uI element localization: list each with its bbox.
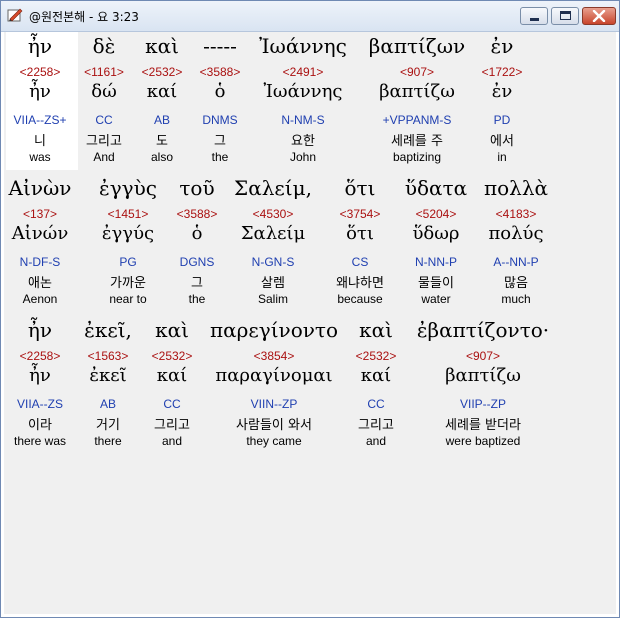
korean-gloss: 많음: [504, 276, 528, 291]
greek-word: ἐβαπτίζοντο·: [416, 318, 550, 342]
strong-number: <907>: [465, 349, 501, 363]
close-button[interactable]: [582, 7, 616, 25]
maximize-icon: [560, 11, 571, 20]
english-gloss: were baptized: [445, 434, 521, 448]
close-icon: [592, 10, 606, 22]
minimize-icon: [530, 18, 539, 21]
morphology-code: VIIP--ZP: [459, 397, 506, 411]
app-icon: [7, 7, 23, 23]
korean-gloss: 세례를 받더라: [445, 418, 521, 433]
morphology-code: A--NN-P: [493, 255, 539, 269]
maximize-button[interactable]: [551, 7, 579, 25]
minimize-button[interactable]: [520, 7, 548, 25]
lemma: ἐν: [491, 81, 513, 102]
title-bar[interactable]: @원전본해 - 요 3:23: [1, 1, 619, 32]
english-gloss: much: [501, 292, 531, 306]
strong-number: <4183>: [495, 207, 537, 221]
interlinear-view[interactable]: ἦν <2258> ἦν VIIA--ZS+ 니 was δὲ <1161> δώ CC 그리고 An…: [4, 32, 616, 614]
english-gloss: in: [497, 150, 507, 164]
app-window: @원전본해 - 요 3:23 ἦν <2258> ἦν VIIA--ZS+ 니 was δὲ…: [0, 0, 620, 618]
lemma: βαπτίζω: [445, 365, 521, 386]
korean-gloss: 에서: [490, 134, 514, 149]
greek-word: πολλὰ: [483, 176, 549, 200]
lemma: πολύς: [488, 223, 544, 244]
greek-word: ἐν: [490, 34, 514, 58]
strong-number: <1722>: [481, 65, 523, 79]
window-title: @원전본해 - 요 3:23: [29, 10, 139, 24]
morphology-code: PD: [493, 113, 511, 127]
